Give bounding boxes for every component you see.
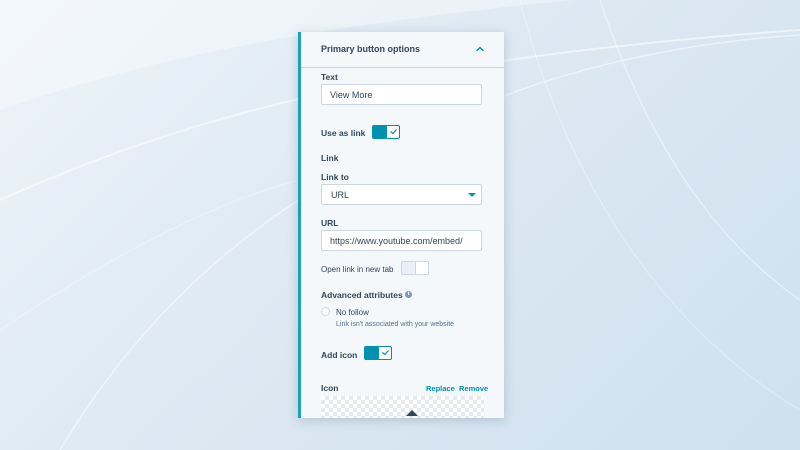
icon-label: Icon bbox=[321, 383, 339, 393]
remove-link[interactable]: Remove bbox=[459, 384, 488, 393]
toggle-knob bbox=[415, 262, 428, 274]
toggle-knob bbox=[365, 347, 379, 359]
check-icon bbox=[390, 129, 397, 135]
url-input[interactable] bbox=[322, 231, 481, 250]
no-follow-checkbox[interactable] bbox=[321, 307, 330, 316]
no-follow-hint: Link isn't associated with your website bbox=[336, 321, 455, 328]
use-as-link-label: Use as link bbox=[321, 128, 366, 138]
text-label: Text bbox=[321, 72, 338, 82]
replace-link[interactable]: Replace bbox=[426, 384, 455, 393]
no-follow-label: No follow bbox=[336, 308, 369, 317]
info-icon[interactable]: i bbox=[405, 291, 412, 298]
new-tab-toggle[interactable] bbox=[401, 261, 429, 275]
add-icon-label: Add icon bbox=[321, 350, 358, 360]
text-input[interactable] bbox=[322, 85, 481, 104]
caret-down-icon bbox=[468, 193, 476, 197]
url-label: URL bbox=[321, 218, 339, 228]
text-field[interactable] bbox=[321, 84, 482, 105]
link-to-label: Link to bbox=[321, 172, 349, 182]
link-to-value: URL bbox=[331, 190, 350, 200]
chevron-up-icon[interactable] bbox=[475, 44, 485, 54]
icon-preview bbox=[321, 396, 484, 418]
url-field[interactable] bbox=[321, 230, 482, 251]
advanced-attributes-label: Advanced attributes bbox=[321, 290, 403, 300]
panel-title: Primary button options bbox=[321, 44, 420, 54]
use-as-link-toggle[interactable] bbox=[372, 125, 400, 139]
link-to-select[interactable]: URL bbox=[321, 184, 482, 205]
check-icon bbox=[382, 350, 389, 356]
toggle-knob bbox=[373, 126, 387, 138]
link-section-heading: Link bbox=[321, 153, 339, 163]
icon-preview-glyph bbox=[406, 410, 418, 416]
button-options-panel: Primary button options Text Use as link … bbox=[298, 32, 504, 418]
panel-header[interactable]: Primary button options bbox=[301, 32, 504, 68]
add-icon-toggle[interactable] bbox=[364, 346, 392, 360]
new-tab-label: Open link in new tab bbox=[321, 265, 394, 274]
